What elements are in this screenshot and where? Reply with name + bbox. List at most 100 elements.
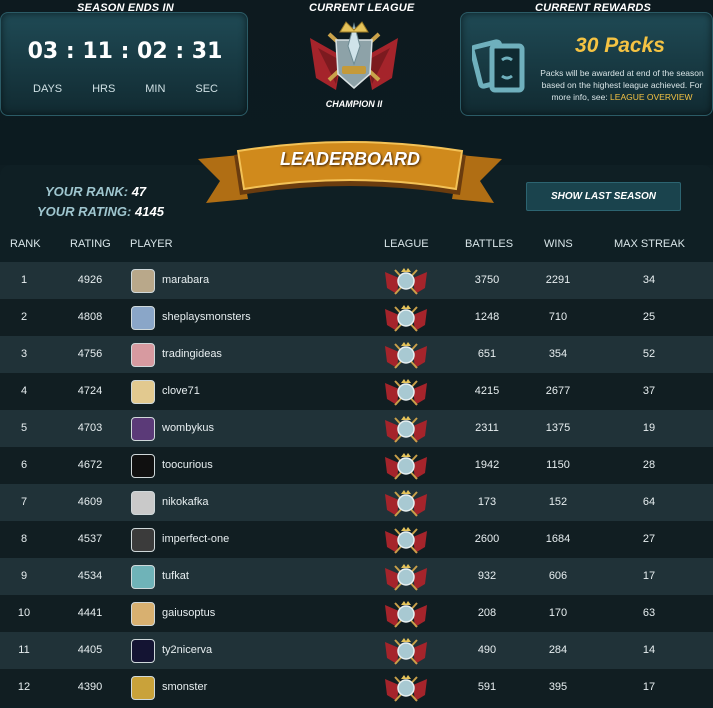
table-row[interactable]: 6 4672 toocurious 1942 1150 28 <box>0 447 713 484</box>
table-row[interactable]: 12 4390 smonster 591 395 17 <box>0 669 713 706</box>
table-row[interactable]: 9 4534 tufkat 932 606 17 <box>0 558 713 595</box>
table-row[interactable]: 5 4703 wombykus 2311 1375 19 <box>0 410 713 447</box>
avatar[interactable] <box>131 676 155 700</box>
player-name-link[interactable]: wombykus <box>162 410 214 447</box>
player-name-link[interactable]: tradingideas <box>162 336 222 373</box>
avatar[interactable] <box>131 528 155 552</box>
max-streak-cell: 17 <box>642 681 656 693</box>
wins-cell: 152 <box>548 496 568 508</box>
player-name-link[interactable]: imperfect-one <box>162 521 229 558</box>
your-rank: YOUR RANK: 47 <box>45 184 146 199</box>
avatar[interactable] <box>131 639 155 663</box>
table-row[interactable]: 1 4926 marabara 3750 2291 34 <box>0 262 713 299</box>
table-row[interactable]: 7 4609 nikokafka 173 152 64 <box>0 484 713 521</box>
wins-cell: 284 <box>548 644 568 656</box>
column-header-league[interactable]: LEAGUE <box>384 238 429 250</box>
league-name: CHAMPION II <box>325 99 383 109</box>
player-name-link[interactable]: marabara <box>162 262 209 299</box>
rating-cell: 4537 <box>77 533 103 545</box>
avatar[interactable] <box>131 417 155 441</box>
battles-cell: 173 <box>477 496 497 508</box>
show-last-season-button[interactable]: SHOW LAST SEASON <box>526 182 681 211</box>
rating-cell: 4724 <box>77 385 103 397</box>
table-row[interactable]: 8 4537 imperfect-one 2600 1684 27 <box>0 521 713 558</box>
your-rank-label: YOUR RANK: <box>45 184 129 199</box>
avatar[interactable] <box>131 454 155 478</box>
table-row[interactable]: 4 4724 clove71 4215 2677 37 <box>0 373 713 410</box>
player-name-link[interactable]: nikokafka <box>162 484 208 521</box>
rank-cell: 1 <box>20 274 28 286</box>
column-header-max-streak[interactable]: MAX STREAK <box>614 238 685 250</box>
max-streak-cell: 19 <box>642 422 656 434</box>
timer-labels: DAYS HRS MIN SEC <box>33 83 218 95</box>
avatar[interactable] <box>131 343 155 367</box>
avatar[interactable] <box>131 565 155 589</box>
max-streak-cell: 25 <box>642 311 656 323</box>
player-name-link[interactable]: ty2nicerva <box>162 632 212 669</box>
your-rating-label: YOUR RATING: <box>37 204 132 219</box>
league-icon <box>383 266 429 296</box>
avatar[interactable] <box>131 269 155 293</box>
league-icon <box>383 488 429 518</box>
league-overview-link[interactable]: LEAGUE OVERVIEW <box>610 92 693 102</box>
battles-cell: 651 <box>477 348 497 360</box>
column-header-battles[interactable]: BATTLES <box>465 238 513 250</box>
max-streak-cell: 14 <box>642 644 656 656</box>
table-row[interactable]: 2 4808 sheplaysmonsters 1248 710 25 <box>0 299 713 336</box>
wins-cell: 395 <box>548 681 568 693</box>
column-header-rank[interactable]: RANK <box>10 238 41 250</box>
your-rating-value: 4145 <box>135 204 164 219</box>
wins-cell: 354 <box>548 348 568 360</box>
card-packs-icon <box>472 39 525 93</box>
column-header-wins[interactable]: WINS <box>544 238 573 250</box>
current-league-header: CURRENT LEAGUE <box>309 2 415 14</box>
table-row[interactable]: 10 4441 gaiusoptus 208 170 63 <box>0 595 713 632</box>
champion-league-icon <box>310 21 398 90</box>
player-name-link[interactable]: clove71 <box>162 373 200 410</box>
rank-cell: 7 <box>20 496 28 508</box>
table-row[interactable]: 11 4405 ty2nicerva 490 284 14 <box>0 632 713 669</box>
wins-cell: 2677 <box>545 385 571 397</box>
timer-label-sec: SEC <box>195 83 218 95</box>
rating-cell: 4703 <box>77 422 103 434</box>
rating-cell: 4441 <box>77 607 103 619</box>
column-header-rating[interactable]: RATING <box>70 238 111 250</box>
rewards-description: Packs will be awarded at end of the seas… <box>538 67 706 103</box>
league-icon <box>383 377 429 407</box>
max-streak-cell: 37 <box>642 385 656 397</box>
avatar[interactable] <box>131 306 155 330</box>
league-icon <box>383 673 429 703</box>
league-icon <box>383 636 429 666</box>
league-icon <box>383 340 429 370</box>
rank-cell: 6 <box>20 459 28 471</box>
battles-cell: 932 <box>477 570 497 582</box>
wins-cell: 710 <box>548 311 568 323</box>
season-timer: 03 : 11 : 02 : 31 <box>27 39 223 64</box>
wins-cell: 606 <box>548 570 568 582</box>
max-streak-cell: 28 <box>642 459 656 471</box>
league-icon <box>383 525 429 555</box>
avatar[interactable] <box>131 491 155 515</box>
rating-cell: 4756 <box>77 348 103 360</box>
rank-cell: 11 <box>18 644 30 656</box>
table-row[interactable]: 3 4756 tradingideas 651 354 52 <box>0 336 713 373</box>
player-name-link[interactable]: tufkat <box>162 558 189 595</box>
player-name-link[interactable]: toocurious <box>162 447 213 484</box>
avatar[interactable] <box>131 380 155 404</box>
player-name-link[interactable]: smonster <box>162 669 207 706</box>
column-header-player[interactable]: PLAYER <box>130 238 173 250</box>
battles-cell: 3750 <box>474 274 500 286</box>
battles-cell: 2311 <box>475 422 499 434</box>
max-streak-cell: 27 <box>642 533 656 545</box>
player-name-link[interactable]: sheplaysmonsters <box>162 299 251 336</box>
leaderboard-title: LEADERBOARD <box>279 149 420 169</box>
wins-cell: 1375 <box>545 422 571 434</box>
battles-cell: 4215 <box>474 385 500 397</box>
max-streak-cell: 17 <box>642 570 656 582</box>
rating-cell: 4672 <box>77 459 103 471</box>
player-name-link[interactable]: gaiusoptus <box>162 595 215 632</box>
battles-cell: 208 <box>477 607 497 619</box>
avatar[interactable] <box>131 602 155 626</box>
rating-cell: 4926 <box>77 274 103 286</box>
rank-cell: 2 <box>20 311 28 323</box>
